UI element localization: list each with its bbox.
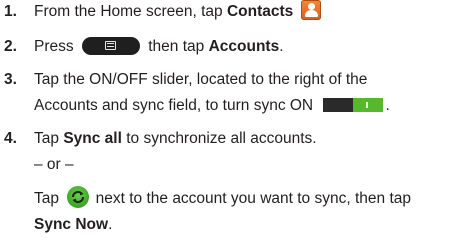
alt-text-after: next to the account you want to sync, th… bbox=[95, 190, 411, 207]
step-text-line-2: Accounts and sync field, to turn sync ON… bbox=[34, 96, 390, 116]
sync-all-label: Sync all bbox=[63, 130, 122, 147]
step-text: Press then tap Accounts. bbox=[34, 36, 284, 57]
step-text-after: to synchronize all accounts. bbox=[121, 130, 317, 147]
step-number: 4. bbox=[4, 130, 17, 147]
step-text-line-2-text: Accounts and sync field, to turn sync ON bbox=[34, 97, 314, 114]
step-text: Tap Sync all to synchronize all accounts… bbox=[34, 129, 317, 149]
step-text-before: Tap bbox=[34, 130, 64, 147]
step-number: 2. bbox=[4, 38, 17, 55]
step-text-before: From the Home screen, tap bbox=[34, 3, 227, 20]
step-text-before: Press bbox=[34, 38, 74, 55]
alt-text-before: Tap bbox=[34, 190, 59, 207]
step-text-after: . bbox=[279, 38, 284, 55]
step-text-middle: then tap bbox=[148, 38, 209, 55]
sync-icon bbox=[67, 186, 90, 209]
step-text: From the Home screen, tap Contacts bbox=[34, 0, 321, 22]
menu-key-icon bbox=[81, 36, 140, 55]
sync-now-label: Sync Now bbox=[34, 216, 109, 233]
alt-text-line-2: Sync Now. bbox=[34, 215, 112, 235]
step-number: 1. bbox=[4, 3, 17, 20]
toggle-on-icon bbox=[323, 97, 384, 112]
contacts-label: Contacts bbox=[226, 3, 294, 20]
alt-text-end: . bbox=[108, 216, 113, 233]
alt-text: Tap next to the account you want to sync… bbox=[34, 186, 411, 209]
step-text-after: . bbox=[385, 97, 390, 114]
step-number: 3. bbox=[4, 71, 17, 88]
accounts-label: Accounts bbox=[208, 38, 280, 55]
contacts-icon bbox=[300, 0, 321, 21]
or-text: – or – bbox=[34, 156, 74, 173]
step-text-line-1: Tap the ON/OFF slider, located to the ri… bbox=[34, 71, 368, 88]
